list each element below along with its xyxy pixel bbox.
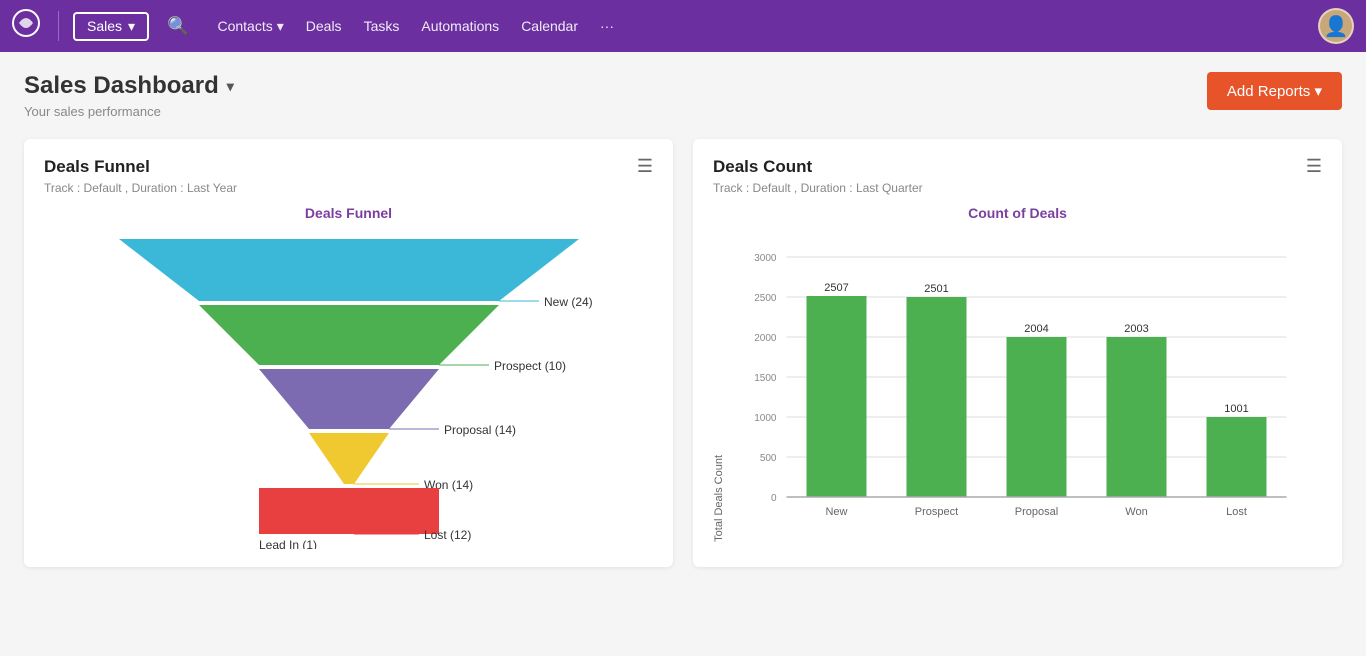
avatar[interactable]: 👤 (1318, 8, 1354, 44)
svg-text:2507: 2507 (824, 282, 848, 294)
header-row: Sales Dashboard ▾ Your sales performance… (24, 72, 1342, 119)
svg-text:2003: 2003 (1124, 323, 1148, 335)
svg-text:1500: 1500 (754, 373, 777, 384)
navbar: Sales ▾ 🔍 Contacts ▾ Deals Tasks Automat… (0, 0, 1366, 52)
funnel-title: Deals Funnel (44, 157, 237, 177)
main-content: Sales Dashboard ▾ Your sales performance… (0, 52, 1366, 656)
count-card-header: Deals Count Track : Default , Duration :… (713, 157, 1322, 195)
nav-more[interactable]: ··· (600, 18, 614, 34)
svg-text:Proposal: Proposal (1015, 506, 1058, 518)
nav-divider (58, 11, 59, 41)
svg-text:Lost (12): Lost (12) (424, 528, 471, 542)
svg-text:2500: 2500 (754, 293, 777, 304)
page-title: Sales Dashboard ▾ (24, 72, 234, 100)
bar-chart-inner: 0 500 1000 1500 2000 2500 (731, 227, 1322, 542)
page-subtitle: Your sales performance (24, 104, 234, 119)
count-menu-icon[interactable]: ☰ (1306, 157, 1322, 175)
bar-chart-area: Count of Deals Total Deals Count 0 50 (713, 205, 1322, 542)
chevron-icon: ▾ (128, 18, 135, 35)
svg-text:Prospect: Prospect (915, 506, 958, 518)
page-title-wrap: Sales Dashboard ▾ Your sales performance (24, 72, 234, 119)
count-track: Track : Default , Duration : Last Quarte… (713, 181, 923, 195)
funnel-chart-title: Deals Funnel (305, 205, 392, 221)
svg-text:2004: 2004 (1024, 323, 1048, 335)
svg-text:1001: 1001 (1224, 403, 1248, 415)
funnel-menu-icon[interactable]: ☰ (637, 157, 653, 175)
count-title: Deals Count (713, 157, 923, 177)
search-icon[interactable]: 🔍 (167, 16, 189, 37)
svg-text:Prospect (10): Prospect (10) (494, 359, 566, 373)
funnel-area: Deals Funnel New (24) Prospect (10) Prop… (44, 205, 653, 549)
nav-tasks[interactable]: Tasks (364, 18, 400, 34)
svg-text:2000: 2000 (754, 333, 777, 344)
bar-chart-svg: 0 500 1000 1500 2000 2500 (731, 227, 1322, 537)
funnel-svg: New (24) Prospect (10) Proposal (14) Won… (59, 229, 639, 549)
y-axis-label: Total Deals Count (713, 455, 725, 542)
svg-text:500: 500 (760, 453, 777, 464)
svg-text:Lead In (1): Lead In (1) (259, 538, 317, 549)
funnel-card-header: Deals Funnel Track : Default , Duration … (44, 157, 653, 195)
charts-row: Deals Funnel Track : Default , Duration … (24, 139, 1342, 567)
svg-text:0: 0 (771, 493, 777, 504)
app-logo (12, 9, 40, 43)
nav-automations[interactable]: Automations (421, 18, 499, 34)
svg-text:1000: 1000 (754, 413, 777, 424)
sales-dropdown[interactable]: Sales ▾ (73, 12, 149, 41)
nav-calendar[interactable]: Calendar (521, 18, 578, 34)
add-reports-button[interactable]: Add Reports ▾ (1207, 72, 1342, 110)
funnel-card: Deals Funnel Track : Default , Duration … (24, 139, 673, 567)
nav-deals[interactable]: Deals (306, 18, 342, 34)
nav-links: Contacts ▾ Deals Tasks Automations Calen… (217, 18, 1310, 35)
svg-text:New: New (825, 506, 847, 518)
bar-chart-container: Total Deals Count 0 500 10 (713, 227, 1322, 542)
svg-text:Lost: Lost (1226, 506, 1247, 518)
bar-chart-title: Count of Deals (713, 205, 1322, 221)
svg-text:2501: 2501 (924, 283, 948, 295)
svg-text:Proposal (14): Proposal (14) (444, 423, 516, 437)
svg-text:Won: Won (1125, 506, 1147, 518)
funnel-track: Track : Default , Duration : Last Year (44, 181, 237, 195)
nav-contacts[interactable]: Contacts ▾ (217, 18, 283, 35)
svg-text:New (24): New (24) (544, 295, 593, 309)
dashboard-chevron-icon[interactable]: ▾ (227, 78, 234, 95)
contacts-chevron-icon: ▾ (277, 18, 284, 35)
count-card: Deals Count Track : Default , Duration :… (693, 139, 1342, 567)
svg-text:3000: 3000 (754, 253, 777, 264)
